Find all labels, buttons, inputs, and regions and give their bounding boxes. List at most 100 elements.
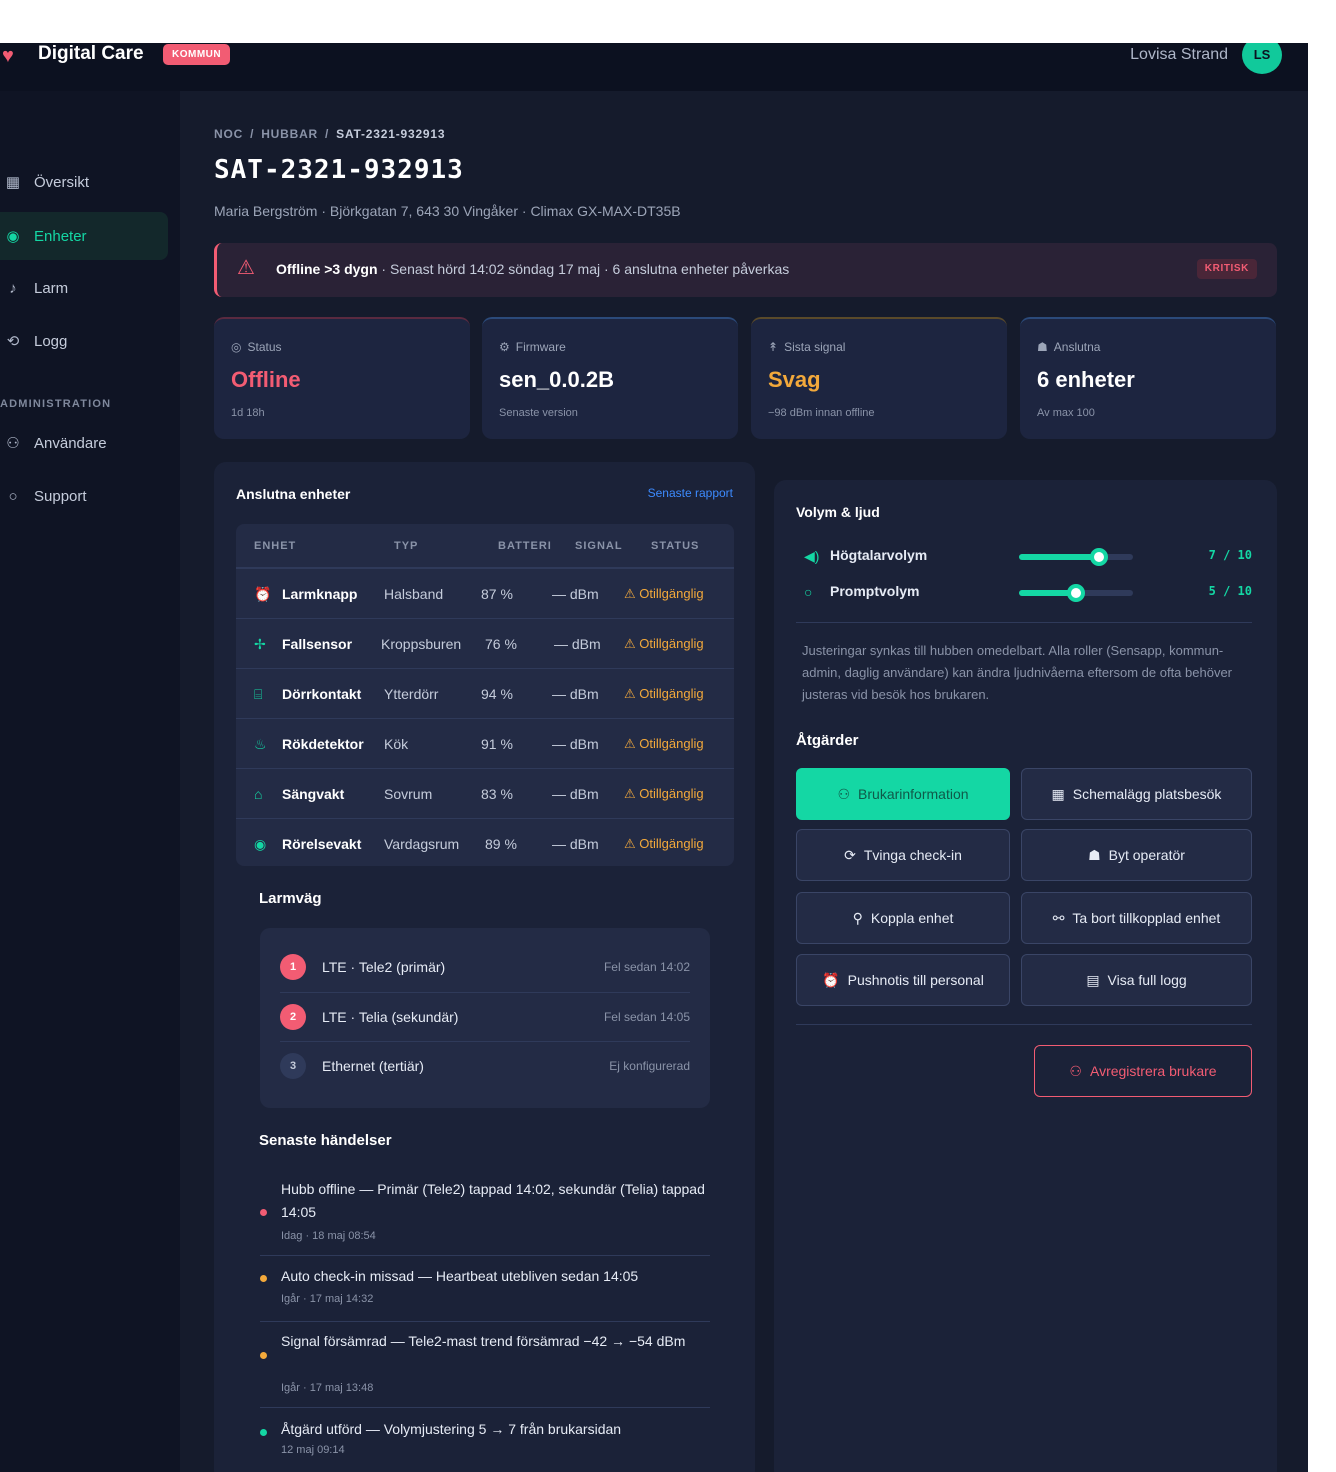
alarm-route: 1 LTE · Tele2 (primär) Fel sedan 14:02 2…	[260, 928, 710, 1108]
event-text: Hubb offline — Primär (Tele2) tappad 14:…	[281, 1181, 705, 1220]
event-dot	[260, 1209, 267, 1216]
sidebar-item-larm[interactable]: ♪ Larm	[0, 264, 168, 312]
event-text: Åtgärd utförd — Volymjustering 5 → 7 frå…	[281, 1421, 622, 1437]
device-status: ⚠ Otillgänglig	[624, 786, 704, 801]
event-dot	[260, 1275, 267, 1282]
device-battery: 76 %	[485, 636, 517, 652]
user-name[interactable]: Lovisa Strand	[1130, 45, 1228, 65]
force-checkin-button[interactable]: ⟳ Tvinga check-in	[796, 829, 1010, 881]
device-status: ⚠ Otillgänglig	[624, 686, 704, 701]
devices-title: Anslutna enheter	[236, 486, 351, 502]
brand-badge: KOMMUN	[163, 44, 231, 65]
unregister-user-button[interactable]: ⚇ Avregistrera brukare	[1034, 1045, 1252, 1097]
alert-strong: Offline >3 dygn	[276, 261, 378, 277]
stat-card-signal: ↟ Sista signal Svag −98 dBm innan offline	[751, 317, 1007, 439]
route-number: 3	[280, 1053, 306, 1079]
event-dot	[260, 1352, 267, 1359]
device-signal: — dBm	[552, 786, 599, 802]
sidebar-item-label: Enheter	[34, 227, 87, 245]
pair-device-button[interactable]: ⚲ Koppla enhet	[796, 892, 1010, 944]
latest-report-link[interactable]: Senaste rapport	[648, 486, 733, 500]
device-type: Sovrum	[384, 786, 433, 802]
change-operator-button[interactable]: ☗ Byt operatör	[1021, 829, 1252, 881]
list-item[interactable]: Auto check-in missad — Heartbeat utebliv…	[260, 1265, 710, 1322]
device-battery: 87 %	[481, 586, 513, 602]
event-time: Idag · 18 maj 08:54	[281, 1230, 376, 1242]
table-row[interactable]: ◉ Rörelsevakt Vardagsrum 89 % — dBm ⚠ Ot…	[236, 818, 734, 866]
prompt-volume-slider[interactable]	[1019, 584, 1133, 602]
event-text: Auto check-in missad — Heartbeat utebliv…	[281, 1268, 639, 1284]
eye-icon: ◉	[254, 836, 267, 852]
unlink-icon: ⚯	[1052, 909, 1065, 926]
refresh-icon: ⟳	[844, 846, 856, 863]
route-name: LTE · Telia (sekundär)	[322, 1009, 459, 1025]
device-signal: — dBm	[552, 586, 599, 602]
event-time: Igår · 17 maj 13:48	[281, 1382, 374, 1394]
page-subtitle: Maria Bergström · Björkgatan 7, 643 30 V…	[214, 203, 681, 219]
controls-card: Volym & ljud ◀) Högtalarvolym 7 / 10 ○ P…	[774, 480, 1277, 1472]
speaker-volume-label: Högtalarvolym	[830, 547, 928, 563]
flame-icon: ♨	[254, 736, 267, 752]
avatar[interactable]: LS	[1242, 43, 1282, 74]
devices-table: ENHET TYP BATTERI SIGNAL STATUS ⏰ Larmkn…	[236, 524, 734, 866]
table-row[interactable]: ⏰ Larmknapp Halsband 87 % — dBm ⚠ Otillg…	[236, 568, 734, 618]
table-row[interactable]: ⌂ Sängvakt Sovrum 83 % — dBm ⚠ Otillgäng…	[236, 768, 734, 818]
stat-sub: −98 dBm innan offline	[768, 407, 875, 419]
schedule-visit-button[interactable]: ▦ Schemalägg platsbesök	[1021, 768, 1252, 820]
stat-sub: 1d 18h	[231, 407, 265, 419]
breadcrumb-item[interactable]: NOC	[214, 127, 243, 141]
list-item[interactable]: Åtgärd utförd — Volymjustering 5 → 7 frå…	[260, 1418, 710, 1472]
speaker-icon: ◀)	[804, 548, 820, 564]
device-type: Ytterdörr	[384, 686, 439, 702]
prompt-volume-value: 5 / 10	[1208, 584, 1252, 598]
bed-icon: ⌂	[254, 786, 263, 802]
volume-note: Justeringar synkas till hubben omedelbar…	[802, 643, 1232, 702]
brand-name[interactable]: Digital Care	[38, 43, 144, 65]
user-remove-icon: ⚇	[1069, 1062, 1082, 1079]
stat-label: Anslutna	[1053, 340, 1101, 354]
events-title: Senaste händelser	[259, 1132, 392, 1149]
breadcrumb-item[interactable]: HUBBAR	[261, 127, 318, 141]
full-log-button[interactable]: ▤ Visa full logg	[1021, 954, 1252, 1006]
slider-handle[interactable]	[1089, 548, 1108, 566]
sidebar-item-oversikt[interactable]: ▦ Översikt	[0, 158, 168, 206]
document-icon: ▤	[1086, 971, 1100, 988]
user-info-button[interactable]: ⚇ Brukarinformation	[796, 768, 1010, 820]
device-battery: 89 %	[485, 836, 517, 852]
stat-label: Firmware	[515, 340, 566, 354]
stat-card-firmware: ⚙ Firmware sen_0.0.2B Senaste version	[482, 317, 738, 439]
prompt-volume-row: ○ Promptvolym 5 / 10	[804, 579, 1252, 609]
antenna-icon: ↟	[768, 340, 779, 354]
route-status: Fel sedan 14:05	[603, 1010, 690, 1024]
bell-icon: ♪	[9, 279, 17, 297]
device-name: Sängvakt	[282, 786, 345, 802]
slider-handle[interactable]	[1067, 584, 1085, 602]
list-item[interactable]: Signal försämrad — Tele2-mast trend förs…	[260, 1330, 710, 1408]
stat-sub: Av max 100	[1037, 407, 1095, 419]
sidebar: ▦ Översikt ◉ Enheter ♪ Larm ⟲ Logg ADMIN…	[0, 91, 180, 1472]
push-notification-button[interactable]: ⏰ Pushnotis till personal	[796, 954, 1010, 1006]
table-row[interactable]: ♨ Rökdetektor Kök 91 % — dBm ⚠ Otillgäng…	[236, 718, 734, 768]
sidebar-item-support[interactable]: ○ Support	[0, 472, 168, 520]
pulse-icon: ✢	[254, 636, 266, 652]
device-type: Halsband	[384, 586, 444, 602]
column-header: TYP	[394, 540, 419, 552]
table-row[interactable]: ⌸ Dörrkontakt Ytterdörr 94 % — dBm ⚠ Oti…	[236, 668, 734, 718]
divider	[796, 622, 1252, 623]
scrollbar-track[interactable]	[1308, 43, 1336, 1472]
route-status: Ej konfigurerad	[609, 1059, 690, 1073]
router-icon: ☗	[1037, 340, 1048, 354]
stat-card-status: ◎ Status Offline 1d 18h	[214, 317, 470, 439]
sidebar-item-logg[interactable]: ⟲ Logg	[0, 317, 168, 365]
operator-icon: ☗	[1088, 846, 1101, 863]
device-type: Vardagsrum	[384, 836, 460, 852]
speaker-volume-slider[interactable]	[1019, 548, 1133, 566]
divider	[796, 1024, 1252, 1025]
list-item[interactable]: Hubb offline — Primär (Tele2) tappad 14:…	[260, 1178, 710, 1256]
stat-value: 6 enheter	[1037, 367, 1135, 392]
remove-device-button[interactable]: ⚯ Ta bort tillkopplad enhet	[1021, 892, 1252, 944]
status-icon: ◎	[231, 340, 242, 354]
sidebar-item-enheter[interactable]: ◉ Enheter	[0, 212, 168, 260]
table-row[interactable]: ✢ Fallsensor Kroppsburen 76 % — dBm ⚠ Ot…	[236, 618, 734, 668]
sidebar-item-anvandare[interactable]: ⚇ Användare	[0, 419, 168, 467]
